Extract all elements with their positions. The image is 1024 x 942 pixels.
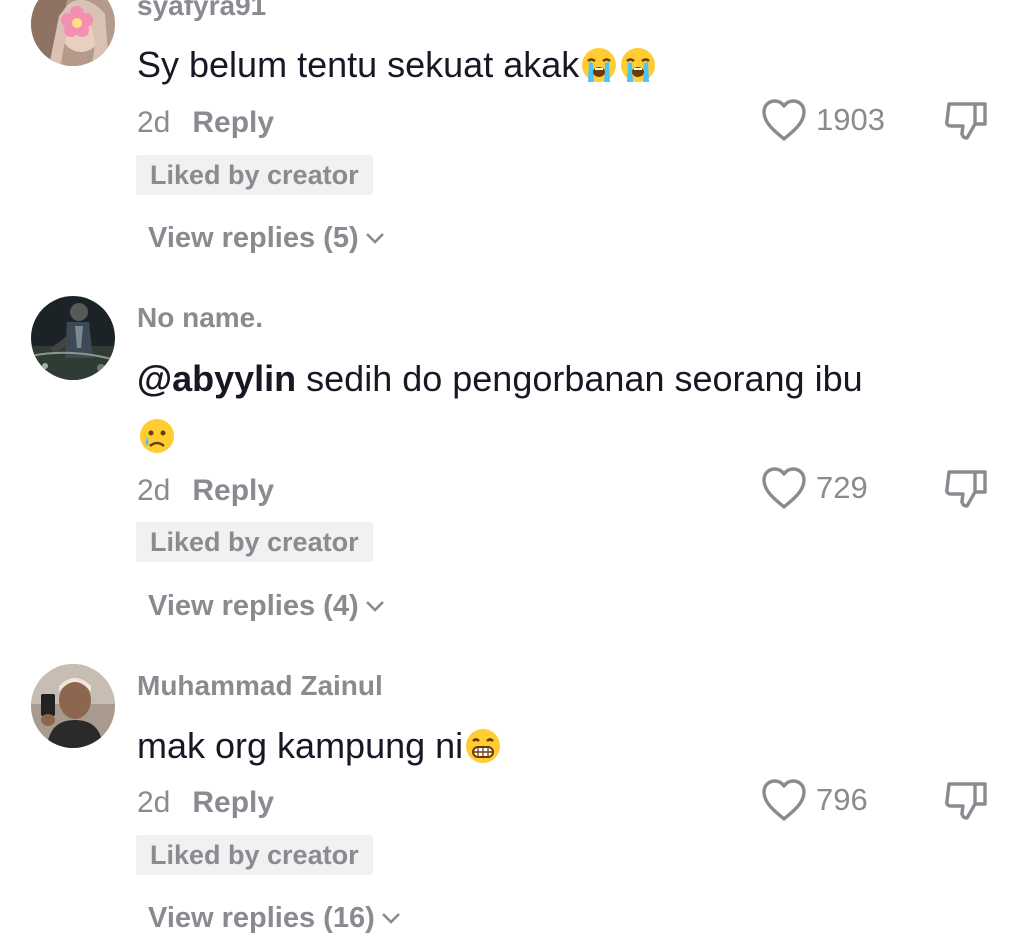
comment-body: mak org kampung ni	[137, 725, 464, 766]
username[interactable]: No name.	[137, 302, 263, 334]
view-replies-label: View replies (5)	[148, 222, 359, 254]
view-replies-button[interactable]: View replies (5)	[148, 222, 385, 255]
loudly-crying-face-emoji	[619, 43, 657, 100]
liked-by-creator-badge: Liked by creator	[136, 835, 373, 875]
comment-text: Sy belum tentu sekuat akak	[137, 36, 867, 100]
timestamp: 2d	[137, 106, 171, 139]
grinning-face-emoji	[464, 724, 502, 781]
loudly-crying-face-emoji	[580, 43, 618, 100]
thumbs-down-icon	[945, 470, 987, 508]
chevron-down-icon	[381, 913, 400, 924]
timestamp: 2d	[137, 474, 171, 507]
like-count: 1903	[816, 102, 885, 137]
heart-icon	[762, 779, 806, 821]
like-count: 796	[816, 782, 868, 817]
comment-text: @abyylin sedih do pengorbanan seorang ib…	[137, 350, 867, 471]
username[interactable]: Muhammad Zainul	[137, 670, 383, 702]
comment-meta: 2d Reply	[137, 474, 274, 508]
comment-body: Sy belum tentu sekuat akak	[137, 44, 580, 85]
dislike-button[interactable]	[943, 466, 989, 515]
dislike-button[interactable]	[943, 98, 989, 147]
chevron-down-icon	[365, 233, 384, 244]
view-replies-button[interactable]: View replies (4)	[148, 590, 385, 623]
like-button[interactable]: 1903	[760, 98, 885, 142]
thumbs-down-icon	[945, 102, 987, 140]
reply-button[interactable]: Reply	[192, 786, 274, 819]
mention-link[interactable]: @abyylin	[137, 358, 296, 399]
view-replies-label: View replies (16)	[148, 902, 375, 934]
like-button[interactable]: 729	[760, 466, 868, 510]
username[interactable]: syafyra91	[137, 0, 266, 22]
like-count: 729	[816, 470, 868, 505]
crying-face-emoji	[138, 414, 176, 471]
comment-text: mak org kampung ni	[137, 717, 867, 781]
view-replies-label: View replies (4)	[148, 590, 359, 622]
dislike-button[interactable]	[943, 778, 989, 827]
like-button[interactable]: 796	[760, 778, 868, 822]
chevron-down-icon	[365, 601, 384, 612]
thumbs-down-icon	[945, 782, 987, 820]
timestamp: 2d	[137, 786, 171, 819]
comment-meta: 2d Reply	[137, 786, 274, 820]
heart-icon	[762, 99, 806, 141]
comment-meta: 2d Reply	[137, 106, 274, 140]
heart-icon	[762, 467, 806, 509]
reply-button[interactable]: Reply	[192, 106, 274, 139]
reply-button[interactable]: Reply	[192, 474, 274, 507]
avatar[interactable]	[31, 664, 115, 748]
comment-body: sedih do pengorbanan seorang ibu	[296, 358, 863, 399]
avatar[interactable]	[31, 296, 115, 380]
view-replies-button[interactable]: View replies (16)	[148, 902, 401, 935]
liked-by-creator-badge: Liked by creator	[136, 155, 373, 195]
liked-by-creator-badge: Liked by creator	[136, 522, 373, 562]
avatar[interactable]	[31, 0, 115, 66]
